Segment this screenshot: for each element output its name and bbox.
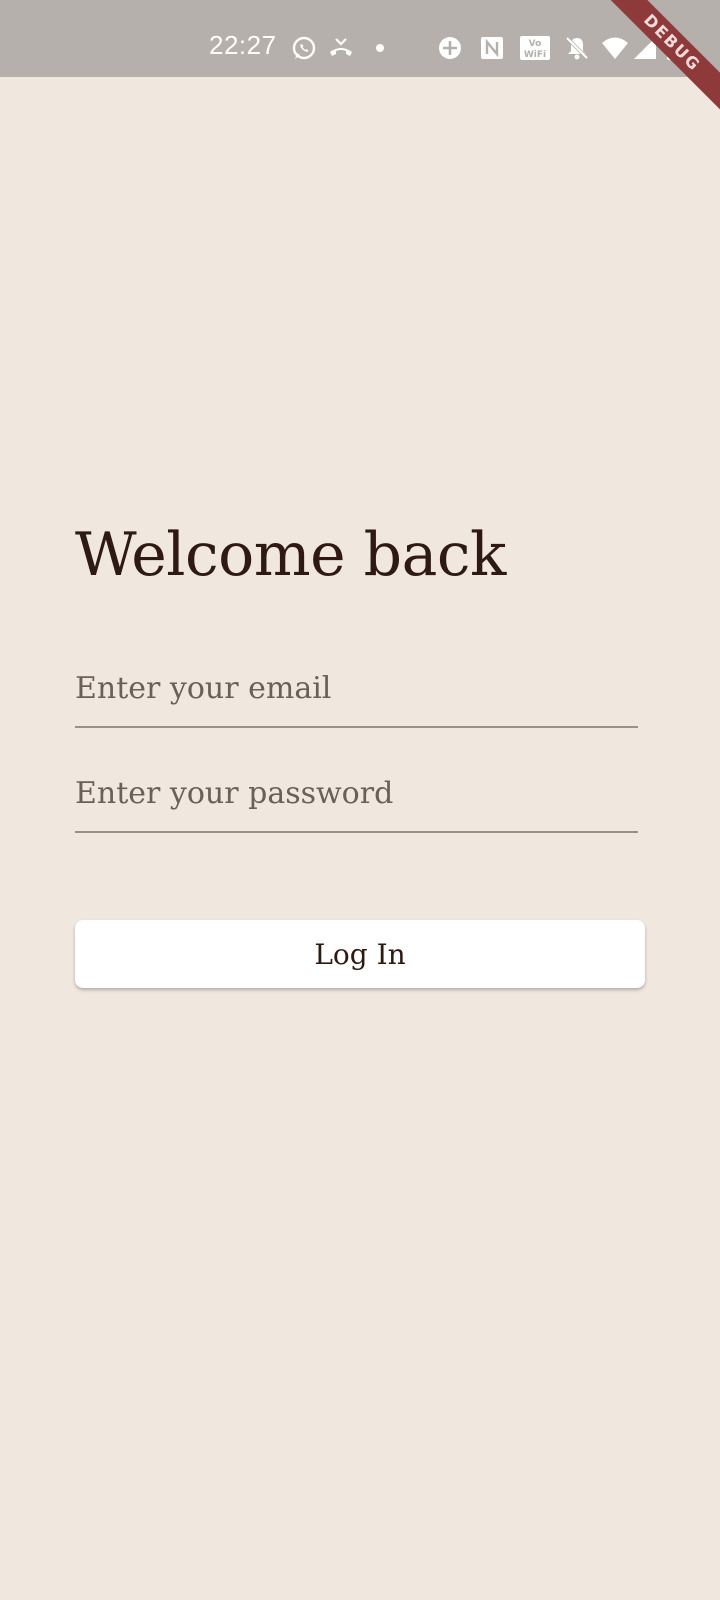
vowifi-icon: Vo WiFi [519,34,551,62]
status-bar: 22:27 Vo WiFi [0,0,720,77]
data-saver-icon [436,34,464,62]
missed-call-icon [327,34,355,62]
mute-icon [563,34,591,62]
email-field-container [75,662,638,728]
page-title: Welcome back [75,520,506,590]
notification-dot-icon [366,34,394,62]
svg-text:WiFi: WiFi [524,50,546,60]
svg-text:Vo: Vo [529,39,542,49]
email-field[interactable] [75,662,638,726]
whatsapp-icon [290,34,318,62]
password-field-container [75,767,638,833]
wifi-icon [601,34,629,62]
nfc-icon [478,34,506,62]
status-time: 22:27 [209,30,277,60]
login-button[interactable]: Log In [75,920,645,988]
login-screen: 22:27 Vo WiFi DEBUG Welcome back Enter y… [0,0,720,1600]
password-field[interactable] [75,767,638,831]
